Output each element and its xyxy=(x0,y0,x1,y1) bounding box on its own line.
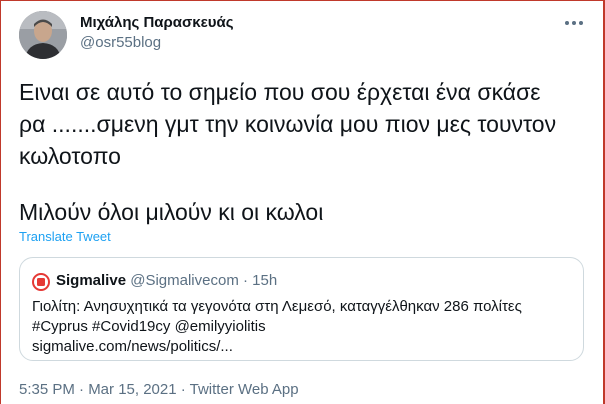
tweet-text: Ειναι σε αυτό το σημείο που σου έρχεται … xyxy=(19,76,589,228)
tweet-timestamp[interactable]: 5:35 PM · Mar 15, 2021 · Twitter Web App xyxy=(19,381,299,398)
translate-tweet-link[interactable]: Translate Tweet xyxy=(19,229,111,244)
quoted-text: Γιολίτη: Ανησυχητικά τα γεγονότα στη Λεμ… xyxy=(32,297,572,357)
ellipsis-icon xyxy=(565,21,583,25)
quoted-separator: · xyxy=(242,272,248,289)
tweet-line: ρα .......σμενη γμτ την κοινωνία μου πιο… xyxy=(19,111,557,137)
quoted-author-handle[interactable]: @Sigmalivecom xyxy=(130,272,239,289)
author-avatar[interactable] xyxy=(19,11,67,59)
more-options-button[interactable] xyxy=(560,14,588,32)
quoted-hashtags[interactable]: #Cyprus #Covid19cy @emilyyiolitis xyxy=(32,317,572,337)
sigmalive-logo-icon xyxy=(32,273,50,291)
quoted-time[interactable]: 15h xyxy=(252,272,277,289)
quoted-line: Γιολίτη: Ανησυχητικά τα γεγονότα στη Λεμ… xyxy=(32,298,522,315)
user-avatar-icon xyxy=(19,11,67,59)
quoted-header: Sigmalive @Sigmalivecom · 15h xyxy=(56,272,277,289)
quoted-link[interactable]: sigmalive.com/news/politics/... xyxy=(32,337,572,357)
quoted-tweet[interactable]: Sigmalive @Sigmalivecom · 15h Γιολίτη: Α… xyxy=(19,257,584,361)
author-handle[interactable]: @osr55blog xyxy=(80,34,161,51)
quoted-author-name[interactable]: Sigmalive xyxy=(56,272,126,289)
tweet-line: κωλοτοπο xyxy=(19,143,121,169)
tweet-line: Ειναι σε αυτό το σημείο που σου έρχεται … xyxy=(19,79,541,105)
author-name[interactable]: Μιχάλης Παρασκευάς xyxy=(80,14,234,31)
tweet-paragraph: Μιλούν όλοι μιλούν κι οι κωλοι xyxy=(19,199,324,225)
